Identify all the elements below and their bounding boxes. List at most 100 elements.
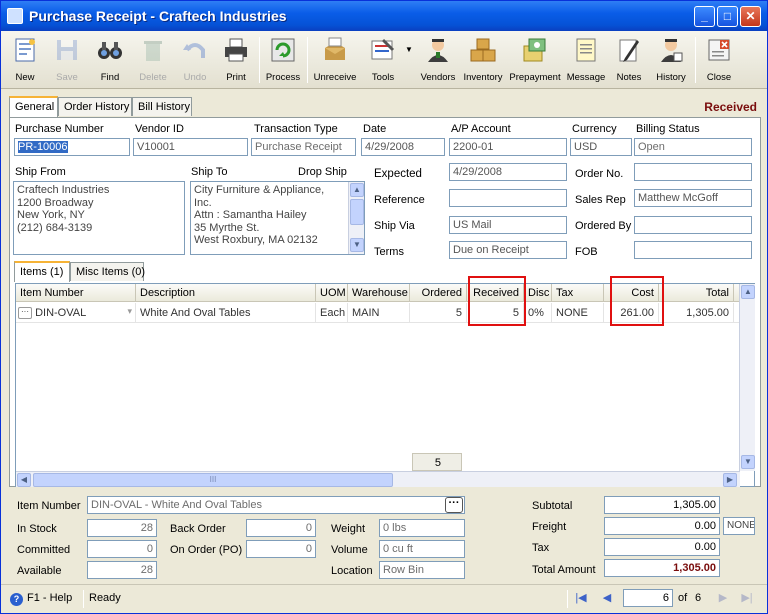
close-door-icon xyxy=(708,39,730,61)
freight-field[interactable]: 0.00 xyxy=(604,517,720,535)
cell-total[interactable]: 1,305.00 xyxy=(659,303,734,323)
col-warehouse[interactable]: Warehouse xyxy=(348,284,410,302)
toolbar-separator xyxy=(259,37,260,83)
save-button[interactable]: Save xyxy=(49,33,85,87)
last-record-icon[interactable]: ▶| xyxy=(739,591,755,607)
previous-record-icon[interactable]: ◀ xyxy=(599,591,615,607)
col-description[interactable]: Description xyxy=(136,284,316,302)
reference-field[interactable] xyxy=(449,189,567,207)
ship-to-scrollbar[interactable]: ▲ ▼ xyxy=(348,182,364,254)
scroll-right-icon[interactable]: ▶ xyxy=(723,473,737,487)
scroll-thumb[interactable]: III xyxy=(33,473,393,487)
vendors-button[interactable]: Vendors xyxy=(417,33,459,87)
maximize-button[interactable]: □ xyxy=(717,6,738,27)
committed-field: 0 xyxy=(87,540,157,558)
close-window-button[interactable]: ✕ xyxy=(740,6,761,27)
message-button[interactable]: Message xyxy=(565,33,607,87)
tab-items[interactable]: Items (1) xyxy=(14,261,70,282)
close-button[interactable]: Close xyxy=(699,33,739,87)
record-number-field[interactable]: 6 xyxy=(623,589,673,607)
in-stock-label: In Stock xyxy=(17,523,57,535)
undo-button[interactable]: Undo xyxy=(177,33,213,87)
tools-icon xyxy=(371,38,395,60)
scroll-up-icon[interactable]: ▲ xyxy=(741,285,755,299)
dropdown-arrow-icon[interactable]: ▾ xyxy=(127,306,132,317)
vendor-person-icon xyxy=(428,39,448,62)
billing-status-field: Open xyxy=(634,138,752,156)
grid-horizontal-scrollbar[interactable]: ◀ III ▶ xyxy=(16,471,740,487)
purchase-receipt-window: Purchase Receipt - Craftech Industries _… xyxy=(0,0,768,614)
fob-field[interactable] xyxy=(634,241,752,259)
tab-general[interactable]: General xyxy=(9,96,58,117)
inventory-button[interactable]: Inventory xyxy=(461,33,505,87)
order-no-field[interactable] xyxy=(634,163,752,181)
scroll-down-icon[interactable]: ▼ xyxy=(741,455,755,469)
terms-field[interactable]: Due on Receipt xyxy=(449,241,567,259)
help-icon[interactable]: ? xyxy=(10,593,23,606)
cell-disc[interactable]: 0% xyxy=(524,303,552,323)
tab-misc-items[interactable]: Misc Items (0) xyxy=(70,262,145,281)
expected-field[interactable]: 4/29/2008 xyxy=(449,163,567,181)
history-button[interactable]: History xyxy=(651,33,691,87)
window-title: Purchase Receipt - Craftech Industries xyxy=(29,8,287,24)
title-bar[interactable]: Purchase Receipt - Craftech Industries _… xyxy=(1,1,767,31)
location-label: Location xyxy=(331,565,373,577)
minimize-button[interactable]: _ xyxy=(694,6,715,27)
print-button[interactable]: Print xyxy=(218,33,254,87)
col-uom[interactable]: UOM xyxy=(316,284,348,302)
new-button[interactable]: New xyxy=(7,33,43,87)
col-ordered[interactable]: Ordered xyxy=(410,284,467,302)
item-number-field: DIN-OVAL - White And Oval Tables xyxy=(87,496,465,514)
committed-label: Committed xyxy=(17,544,71,556)
grid-vertical-scrollbar[interactable]: ▲ ▼ xyxy=(739,284,755,471)
tools-button[interactable]: Tools xyxy=(363,33,403,87)
ship-via-field[interactable]: US Mail xyxy=(449,216,567,234)
status-bar: ? F1 - Help Ready |◀ ◀ 6 of 6 ▶ ▶| xyxy=(1,584,767,613)
col-total[interactable]: Total xyxy=(659,284,734,302)
total-records: 6 xyxy=(695,592,702,604)
find-button[interactable]: Find xyxy=(91,33,129,87)
vendor-id-field[interactable]: V10001 xyxy=(133,138,248,156)
prepayment-button[interactable]: Prepayment xyxy=(507,33,563,87)
tools-dropdown-icon[interactable]: ▼ xyxy=(403,45,415,55)
next-record-icon[interactable]: ▶ xyxy=(715,591,731,607)
freight-tax-field[interactable]: NONE xyxy=(723,517,755,535)
purchase-number-field[interactable]: PR-10006 xyxy=(14,138,130,156)
ship-from-address[interactable]: Craftech Industries 1200 Broadway New Yo… xyxy=(13,181,185,255)
col-item-number[interactable]: Item Number xyxy=(16,284,136,302)
cell-warehouse[interactable]: MAIN xyxy=(348,303,410,323)
cell-item-number[interactable]: ··· DIN-OVAL ▾ xyxy=(16,303,136,323)
ordered-by-field[interactable] xyxy=(634,216,752,234)
help-shortcut[interactable]: F1 - Help xyxy=(27,592,72,604)
ellipsis-icon[interactable]: ··· xyxy=(18,307,32,320)
scroll-left-icon[interactable]: ◀ xyxy=(17,473,31,487)
sales-rep-field[interactable]: Matthew McGoff xyxy=(634,189,752,207)
first-record-icon[interactable]: |◀ xyxy=(573,591,589,607)
col-disc[interactable]: Disc xyxy=(524,284,552,302)
ap-account-field[interactable]: 2200-01 xyxy=(449,138,567,156)
scroll-up-icon[interactable]: ▲ xyxy=(350,183,364,197)
scroll-down-icon[interactable]: ▼ xyxy=(350,238,364,252)
ship-to-address[interactable]: City Furniture & Appliance, Inc. Attn : … xyxy=(190,181,365,255)
currency-field[interactable]: USD xyxy=(570,138,632,156)
scroll-thumb[interactable] xyxy=(350,199,364,225)
process-button[interactable]: Process xyxy=(263,33,303,87)
cell-tax[interactable]: NONE xyxy=(552,303,604,323)
printer-icon xyxy=(225,38,247,62)
expected-label: Expected xyxy=(374,168,422,180)
unreceive-button[interactable]: Unreceive xyxy=(311,33,359,87)
drop-ship-label[interactable]: Drop Ship xyxy=(298,166,347,178)
cell-ordered[interactable]: 5 xyxy=(410,303,467,323)
delete-button[interactable]: Delete xyxy=(135,33,171,87)
transaction-type-label: Transaction Type xyxy=(254,123,338,135)
col-tax[interactable]: Tax xyxy=(552,284,604,302)
tab-bill-history[interactable]: Bill History xyxy=(132,97,192,116)
cell-description[interactable]: White And Oval Tables xyxy=(136,303,316,323)
date-field[interactable]: 4/29/2008 xyxy=(361,138,445,156)
cell-uom[interactable]: Each xyxy=(316,303,348,323)
tab-order-history[interactable]: Order History xyxy=(58,97,132,116)
item-lookup-ellipsis-icon[interactable]: ··· xyxy=(445,497,463,513)
notes-button[interactable]: Notes xyxy=(611,33,647,87)
toolbar-separator xyxy=(695,37,696,83)
recycle-bin-icon xyxy=(144,41,162,61)
